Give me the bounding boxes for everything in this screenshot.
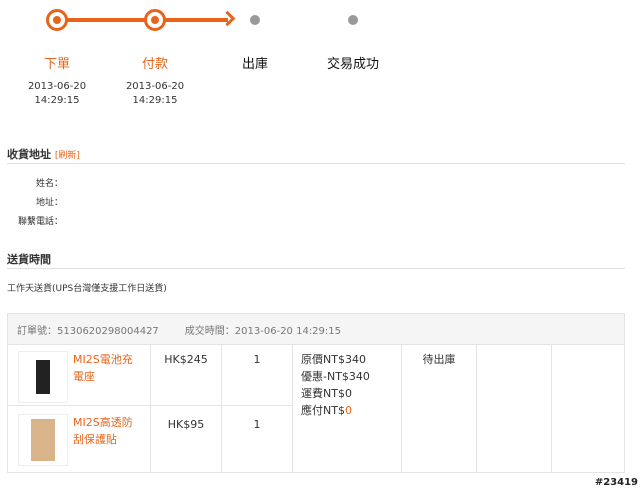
price: HK$245 [150, 344, 222, 406]
phone-label: 聯繫電話： [17, 217, 63, 227]
order-table: 訂單號：5130620298004427 成交時間：2013-06-20 14:2… [7, 313, 625, 473]
delivery-title: 送貨時間 [7, 253, 51, 266]
step-label: 下單 [43, 57, 70, 72]
step-label: 交易成功 [326, 57, 379, 72]
arrow-head-icon [219, 10, 236, 27]
refresh-link[interactable]: [刷新] [55, 151, 80, 161]
quantity: 1 [221, 405, 293, 473]
product-image[interactable] [18, 414, 68, 466]
step-done-icon [144, 9, 166, 31]
product-link[interactable]: MI2S電池充電座 [73, 351, 143, 385]
order-header: 訂單號：5130620298004427 成交時間：2013-06-20 14:2… [7, 313, 625, 345]
quantity: 1 [221, 344, 293, 406]
step-date: 2013-06-20 14:29:15 [125, 81, 185, 106]
divider [7, 163, 625, 164]
price-summary: 原價NT$340 優惠-NT$340 運費NT$0 應付NT$0 [292, 344, 402, 473]
product-image[interactable] [18, 351, 68, 403]
price: HK$95 [150, 405, 222, 473]
address-title: 收貨地址 [刷新] [7, 148, 80, 161]
step-pending-icon [250, 15, 260, 25]
divider [7, 268, 625, 269]
step-label: 付款 [141, 57, 168, 72]
table-row: MI2S電池充電座 HK$245 1 原價NT$340 優惠-NT$340 運費NT… [7, 344, 625, 473]
step-pending-icon [348, 15, 358, 25]
address-label: 地址： [35, 198, 63, 208]
step-label: 出庫 [241, 57, 268, 72]
name-label: 姓名： [35, 179, 63, 189]
step-done-icon [46, 9, 68, 31]
step-date: 2013-06-20 14:29:15 [27, 81, 87, 106]
watermark: #23419 [594, 477, 638, 488]
delivery-value: 工作天送貨(UPS台灣僅支援工作日送貨) [7, 284, 167, 294]
product-link[interactable]: MI2S高透防刮保護貼 [73, 414, 143, 448]
order-status: 待出庫 [401, 344, 477, 473]
